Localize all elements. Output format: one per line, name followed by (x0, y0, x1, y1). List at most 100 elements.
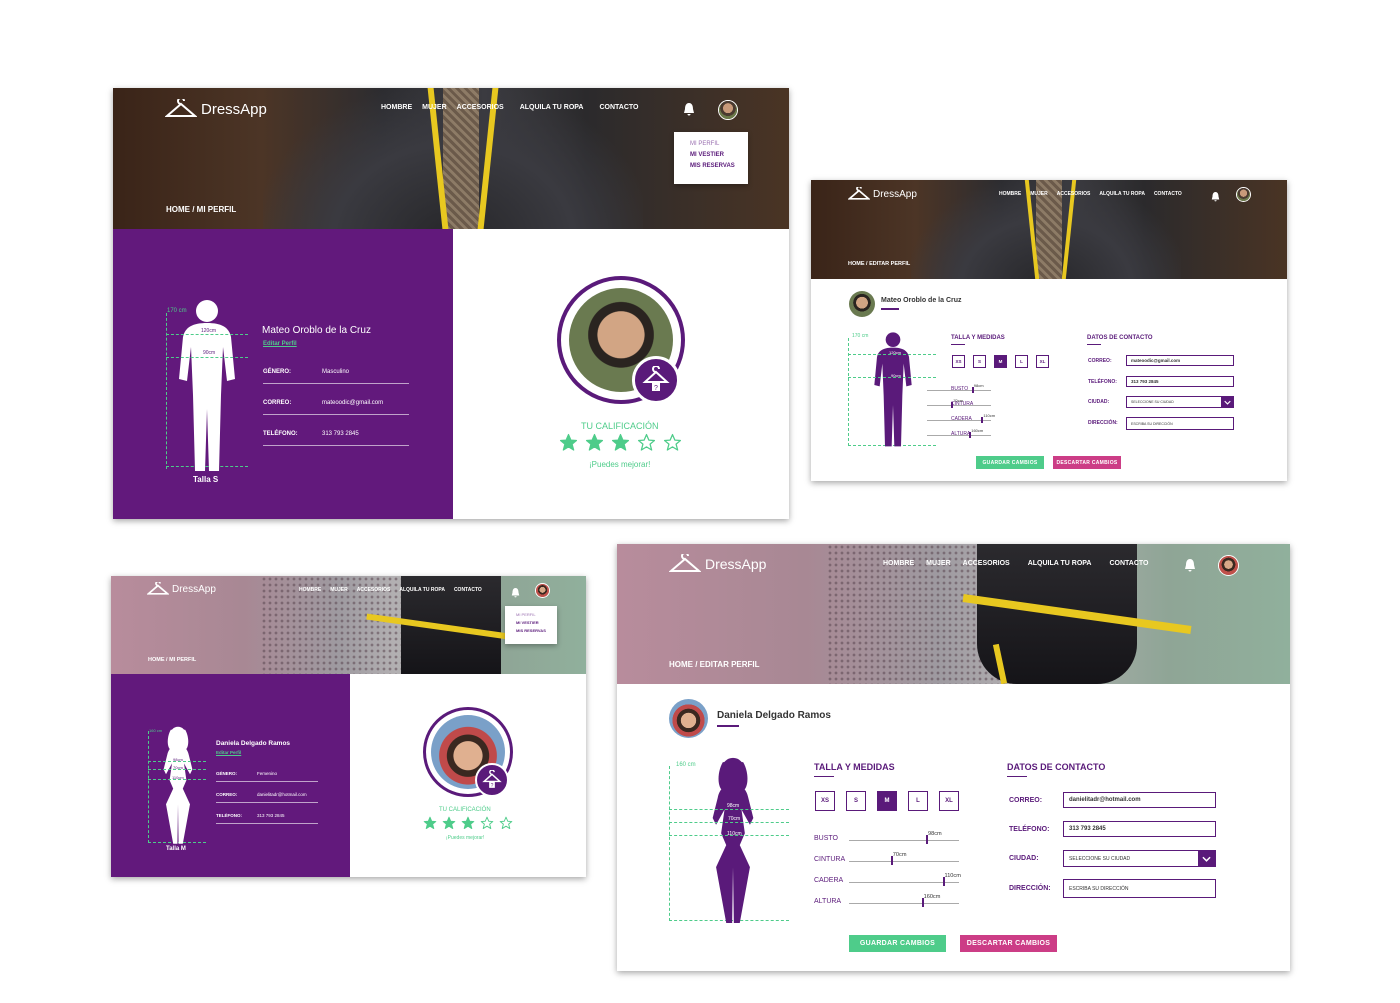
nav-mujer[interactable]: MUJER (422, 104, 447, 111)
size-option-m[interactable]: M (994, 355, 1007, 368)
phone-label: TELÉFONO: (1088, 379, 1117, 385)
nav-contacto[interactable]: CONTACTO (454, 587, 482, 593)
nav-accesorios[interactable]: ACCESORIOS (963, 560, 1010, 567)
avatar[interactable] (718, 100, 738, 120)
brand-logo[interactable]: DressApp (669, 552, 766, 576)
size-option-xl[interactable]: XL (939, 791, 959, 811)
nav-accesorios[interactable]: ACCESORIOS (1057, 191, 1091, 197)
save-button[interactable]: GUARDAR CAMBIOS (976, 456, 1044, 469)
star-icon (423, 816, 437, 835)
measure-slider-track[interactable] (927, 434, 991, 436)
email-field[interactable]: danielitadr@hotmail.com (1063, 792, 1216, 808)
menu-mi-perfil[interactable]: MI PERFIL (690, 141, 748, 147)
email-label: CORREO: (216, 792, 238, 797)
nav-contacto[interactable]: CONTACTO (599, 104, 638, 111)
brand-name: DressApp (705, 556, 767, 572)
menu-mis-reservas[interactable]: MIS RESERVAS (690, 163, 748, 169)
measure-low: 110cm (727, 831, 742, 837)
size-option-xs[interactable]: XS (952, 355, 965, 368)
size-option-s[interactable]: S (973, 355, 986, 368)
measure-slider-track[interactable] (927, 389, 991, 391)
measure-label-cintura: CINTURA (814, 856, 846, 863)
bell-icon[interactable] (1211, 189, 1220, 207)
main-nav: HOMBRE MUJER ACCESORIOS ALQUILA TU ROPA … (381, 104, 639, 111)
profile-menu: MI PERFIL MI VESTIER MIS RESERVAS (505, 606, 557, 644)
size-option-m[interactable]: M (877, 791, 897, 811)
body-silhouette (179, 300, 235, 471)
nav-accesorios[interactable]: ACCESORIOS (457, 104, 504, 111)
avatar[interactable] (535, 583, 550, 598)
size-option-l[interactable]: L (908, 791, 928, 811)
body-silhouette (712, 757, 754, 923)
brand-logo[interactable]: DressApp (165, 97, 267, 121)
profile-panel: 170 cm 120cm 90cm Talla S Mateo Oroblo d… (113, 229, 453, 519)
discard-button[interactable]: DESCARTAR CAMBIOS (960, 935, 1057, 952)
measure-mid: 70cm (173, 765, 183, 770)
gender-value: Masculino (322, 369, 350, 375)
save-button[interactable]: GUARDAR CAMBIOS (849, 935, 946, 952)
discard-button[interactable]: DESCARTAR CAMBIOS (1053, 456, 1121, 469)
measure-low: 110cm (172, 775, 184, 780)
address-field[interactable]: ESCRIBA SU DIRECCIÓN (1063, 879, 1216, 898)
gender-label: GÉNERO: (216, 771, 238, 776)
measure-slider-track[interactable] (849, 860, 959, 862)
nav-alquila[interactable]: ALQUILA TU ROPA (1028, 560, 1092, 567)
star-icon (559, 433, 578, 457)
measure-slider-track[interactable] (927, 404, 991, 406)
nav-alquila[interactable]: ALQUILA TU ROPA (399, 587, 445, 593)
size-option-xs[interactable]: XS (815, 791, 835, 811)
email-value: danielitadr@hotmail.com (257, 792, 307, 797)
phone-field[interactable]: 313 793 2845 (1063, 821, 1216, 837)
bell-icon[interactable] (1184, 558, 1196, 577)
nav-contacto[interactable]: CONTACTO (1154, 191, 1182, 197)
nav-hombre[interactable]: HOMBRE (999, 191, 1021, 197)
nav-accesorios[interactable]: ACCESORIOS (357, 587, 391, 593)
brand-logo[interactable]: DressApp (147, 581, 216, 597)
phone-field[interactable]: 313 793 2845 (1126, 376, 1234, 387)
bell-icon[interactable] (683, 102, 695, 121)
menu-mi-vestier[interactable]: MI VESTIER (516, 620, 557, 625)
city-select[interactable]: SELECCIONE SU CIUDAD (1126, 396, 1234, 408)
nav-hombre[interactable]: HOMBRE (381, 104, 412, 111)
nav-contacto[interactable]: CONTACTO (1109, 560, 1148, 567)
profile-edit-man: DressApp HOMBRE MUJER ACCESORIOS ALQUILA… (811, 180, 1287, 481)
brand-name: DressApp (201, 100, 267, 118)
edit-profile-link[interactable]: Editar Perfil (216, 750, 241, 755)
menu-mis-reservas[interactable]: MIS RESERVAS (516, 628, 557, 633)
phone-label: TELÉFONO: (263, 431, 298, 437)
hanger-icon (165, 99, 197, 119)
body-silhouette (874, 332, 912, 447)
avatar[interactable] (1218, 555, 1239, 576)
address-field[interactable]: ESCRIBA SU DIRECCIÓN (1126, 417, 1234, 430)
nav-hombre[interactable]: HOMBRE (299, 587, 321, 593)
chevron-down-icon[interactable] (1221, 397, 1233, 407)
chevron-down-icon[interactable] (1198, 851, 1215, 866)
nav-mujer[interactable]: MUJER (330, 587, 348, 593)
nav-alquila[interactable]: ALQUILA TU ROPA (520, 104, 584, 111)
brand-name: DressApp (873, 188, 917, 200)
breadcrumb: HOME / EDITAR PERFIL (669, 660, 760, 669)
measure-value: 98cm (928, 830, 942, 837)
avatar[interactable] (1236, 187, 1251, 202)
edit-profile-link[interactable]: Editar Perfil (263, 341, 297, 347)
nav-hombre[interactable]: HOMBRE (883, 560, 914, 567)
size-option-l[interactable]: L (1015, 355, 1028, 368)
measure-value: 110cm (944, 872, 961, 879)
measure-slider-track[interactable] (849, 902, 959, 904)
bell-icon[interactable] (511, 585, 520, 603)
nav-alquila[interactable]: ALQUILA TU ROPA (1099, 191, 1145, 197)
size-option-xl[interactable]: XL (1036, 355, 1049, 368)
menu-mi-vestier[interactable]: MI VESTIER (690, 152, 748, 158)
svg-text:?: ? (491, 783, 494, 789)
user-name: Mateo Oroblo de la Cruz (262, 325, 371, 336)
measure-slider-track[interactable] (849, 839, 959, 841)
measure-mid: 70cm (728, 816, 741, 822)
city-select[interactable]: SELECCIONE SU CIUDAD (1063, 850, 1216, 867)
size-option-s[interactable]: S (846, 791, 866, 811)
nav-mujer[interactable]: MUJER (1030, 191, 1048, 197)
email-field[interactable]: mateoodic@gmail.com (1126, 355, 1234, 366)
brand-logo[interactable]: DressApp (848, 186, 917, 202)
menu-mi-perfil[interactable]: MI PERFIL (516, 612, 557, 617)
svg-text:?: ? (654, 385, 658, 392)
nav-mujer[interactable]: MUJER (926, 560, 951, 567)
